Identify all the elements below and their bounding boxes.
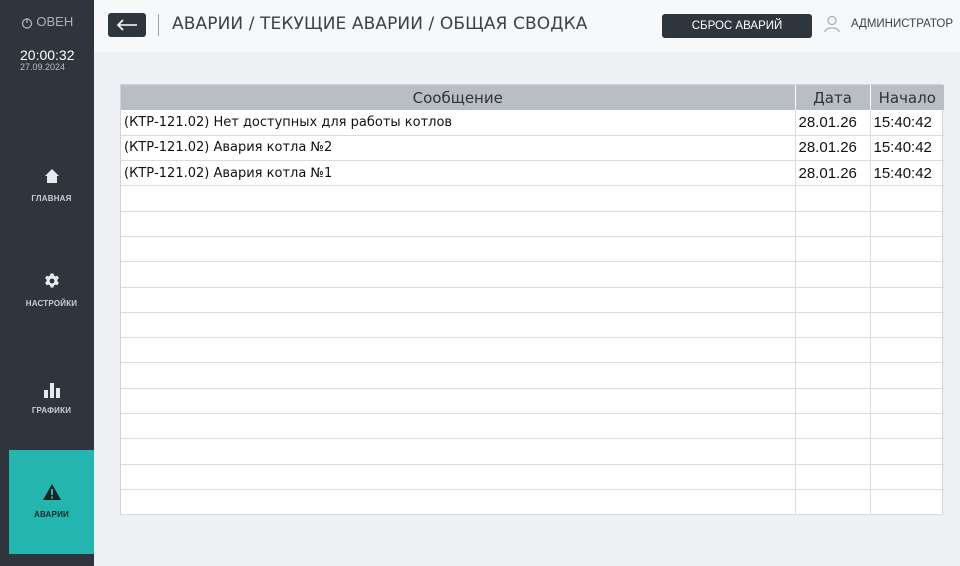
cell-message: (КТР-121.02) Авария котла №2 bbox=[121, 135, 796, 162]
gear-icon bbox=[44, 273, 59, 288]
cell-message bbox=[121, 438, 796, 465]
table-row[interactable] bbox=[121, 464, 944, 490]
nav-settings[interactable]: НАСТРОЙКИ bbox=[9, 244, 94, 348]
cell-message bbox=[121, 211, 796, 237]
cell-date: 28.01.26 bbox=[795, 110, 871, 136]
cell-message bbox=[121, 388, 796, 415]
cell-date bbox=[795, 438, 871, 465]
cell-message bbox=[121, 464, 796, 490]
nav-charts-label: ГРАФИКИ bbox=[31, 406, 72, 415]
reset-alarms-button[interactable]: СБРОС АВАРИЙ bbox=[662, 14, 812, 38]
back-button[interactable] bbox=[108, 13, 146, 37]
brand-name: ОВЕН bbox=[36, 14, 74, 29]
cell-date bbox=[795, 211, 871, 237]
cell-message bbox=[121, 261, 796, 288]
table-row[interactable]: (КТР-121.02) Авария котла №2 28.01.26 15:4… bbox=[121, 135, 944, 162]
breadcrumb: АВАРИИ / ТЕКУЩИЕ АВАРИИ / ОБЩАЯ СВОДКА bbox=[172, 14, 588, 34]
cell-date bbox=[795, 337, 871, 364]
cell-start: 15:40:42 bbox=[870, 160, 944, 187]
cell-date bbox=[795, 312, 871, 339]
cell-message bbox=[121, 489, 796, 516]
column-header-date[interactable]: Дата bbox=[795, 85, 871, 110]
sidebar: ОВЕН 20:00:32 27.09.2024 ГЛАВНАЯ НАСТРОЙ… bbox=[0, 0, 94, 566]
home-icon bbox=[44, 169, 59, 183]
cell-start bbox=[870, 489, 944, 516]
clock-date: 27.09.2024 bbox=[20, 62, 66, 72]
table-header-row: Сообщение Дата Начало bbox=[121, 85, 944, 110]
alarm-table: Сообщение Дата Начало (КТР-121.02) Нет д… bbox=[120, 84, 944, 516]
cell-start: 15:40:42 bbox=[870, 135, 944, 162]
cell-start bbox=[870, 464, 944, 490]
column-header-start[interactable]: Начало bbox=[870, 85, 944, 110]
table-row[interactable] bbox=[121, 287, 944, 313]
cell-start bbox=[870, 236, 944, 263]
cell-start bbox=[870, 185, 944, 212]
cell-message: (КТР-121.02) Нет доступных для работы ко… bbox=[121, 110, 796, 136]
warning-icon bbox=[42, 484, 61, 500]
cell-message bbox=[121, 337, 796, 364]
header-divider bbox=[158, 14, 159, 36]
user-icon[interactable] bbox=[824, 15, 840, 33]
cell-start bbox=[870, 388, 944, 415]
cell-start bbox=[870, 337, 944, 364]
cell-date bbox=[795, 413, 871, 440]
table-row[interactable]: (КТР-121.02) Нет доступных для работы ко… bbox=[121, 110, 944, 136]
brand-logo: ОВЕН bbox=[0, 14, 94, 29]
cell-date bbox=[795, 261, 871, 288]
table-row[interactable] bbox=[121, 362, 944, 389]
table-row[interactable] bbox=[121, 185, 944, 212]
cell-date bbox=[795, 236, 871, 263]
cell-start bbox=[870, 362, 944, 389]
cell-date bbox=[795, 287, 871, 313]
table-row[interactable] bbox=[121, 261, 944, 288]
cell-message bbox=[121, 312, 796, 339]
cell-start bbox=[870, 211, 944, 237]
table-row[interactable] bbox=[121, 413, 944, 440]
cell-start bbox=[870, 312, 944, 339]
cell-message bbox=[121, 236, 796, 263]
alarm-table-grid: Сообщение Дата Начало (КТР-121.02) Нет д… bbox=[121, 85, 944, 516]
nav-alarms[interactable]: АВАРИИ bbox=[9, 450, 94, 554]
cell-message bbox=[121, 362, 796, 389]
table-row[interactable] bbox=[121, 312, 944, 339]
cell-start bbox=[870, 287, 944, 313]
table-row[interactable]: (КТР-121.02) Авария котла №1 28.01.26 15:4… bbox=[121, 160, 944, 187]
table-row[interactable] bbox=[121, 388, 944, 415]
cell-date bbox=[795, 388, 871, 415]
nav-home[interactable]: ГЛАВНАЯ bbox=[9, 140, 94, 244]
cell-message bbox=[121, 185, 796, 212]
table-row[interactable] bbox=[121, 489, 944, 516]
table-row[interactable] bbox=[121, 337, 944, 364]
table-row[interactable] bbox=[121, 236, 944, 263]
cell-date bbox=[795, 464, 871, 490]
cell-message: (КТР-121.02) Авария котла №1 bbox=[121, 160, 796, 187]
cell-date bbox=[795, 362, 871, 389]
chart-icon bbox=[43, 383, 60, 398]
cell-message bbox=[121, 413, 796, 440]
table-row[interactable] bbox=[121, 211, 944, 237]
clock-time: 20:00:32 bbox=[20, 47, 75, 63]
cell-date: 28.01.26 bbox=[795, 160, 871, 187]
nav-alarms-label: АВАРИИ bbox=[34, 510, 69, 519]
arrow-left-icon bbox=[116, 19, 137, 31]
cell-start bbox=[870, 413, 944, 440]
cell-date bbox=[795, 489, 871, 516]
cell-date bbox=[795, 185, 871, 212]
cell-start bbox=[870, 438, 944, 465]
nav-home-label: ГЛАВНАЯ bbox=[31, 194, 72, 203]
nav-settings-label: НАСТРОЙКИ bbox=[25, 299, 78, 308]
cell-date: 28.01.26 bbox=[795, 135, 871, 162]
cell-start: 15:40:42 bbox=[870, 110, 944, 136]
header: АВАРИИ / ТЕКУЩИЕ АВАРИИ / ОБЩАЯ СВОДКА С… bbox=[94, 0, 960, 52]
nav-charts[interactable]: ГРАФИКИ bbox=[9, 346, 94, 450]
cell-message bbox=[121, 287, 796, 313]
table-row[interactable] bbox=[121, 438, 944, 465]
user-name[interactable]: АДМИНИСТРАТОР bbox=[851, 18, 953, 30]
column-header-message[interactable]: Сообщение bbox=[121, 85, 796, 110]
power-icon bbox=[21, 17, 32, 29]
cell-start bbox=[870, 261, 944, 288]
